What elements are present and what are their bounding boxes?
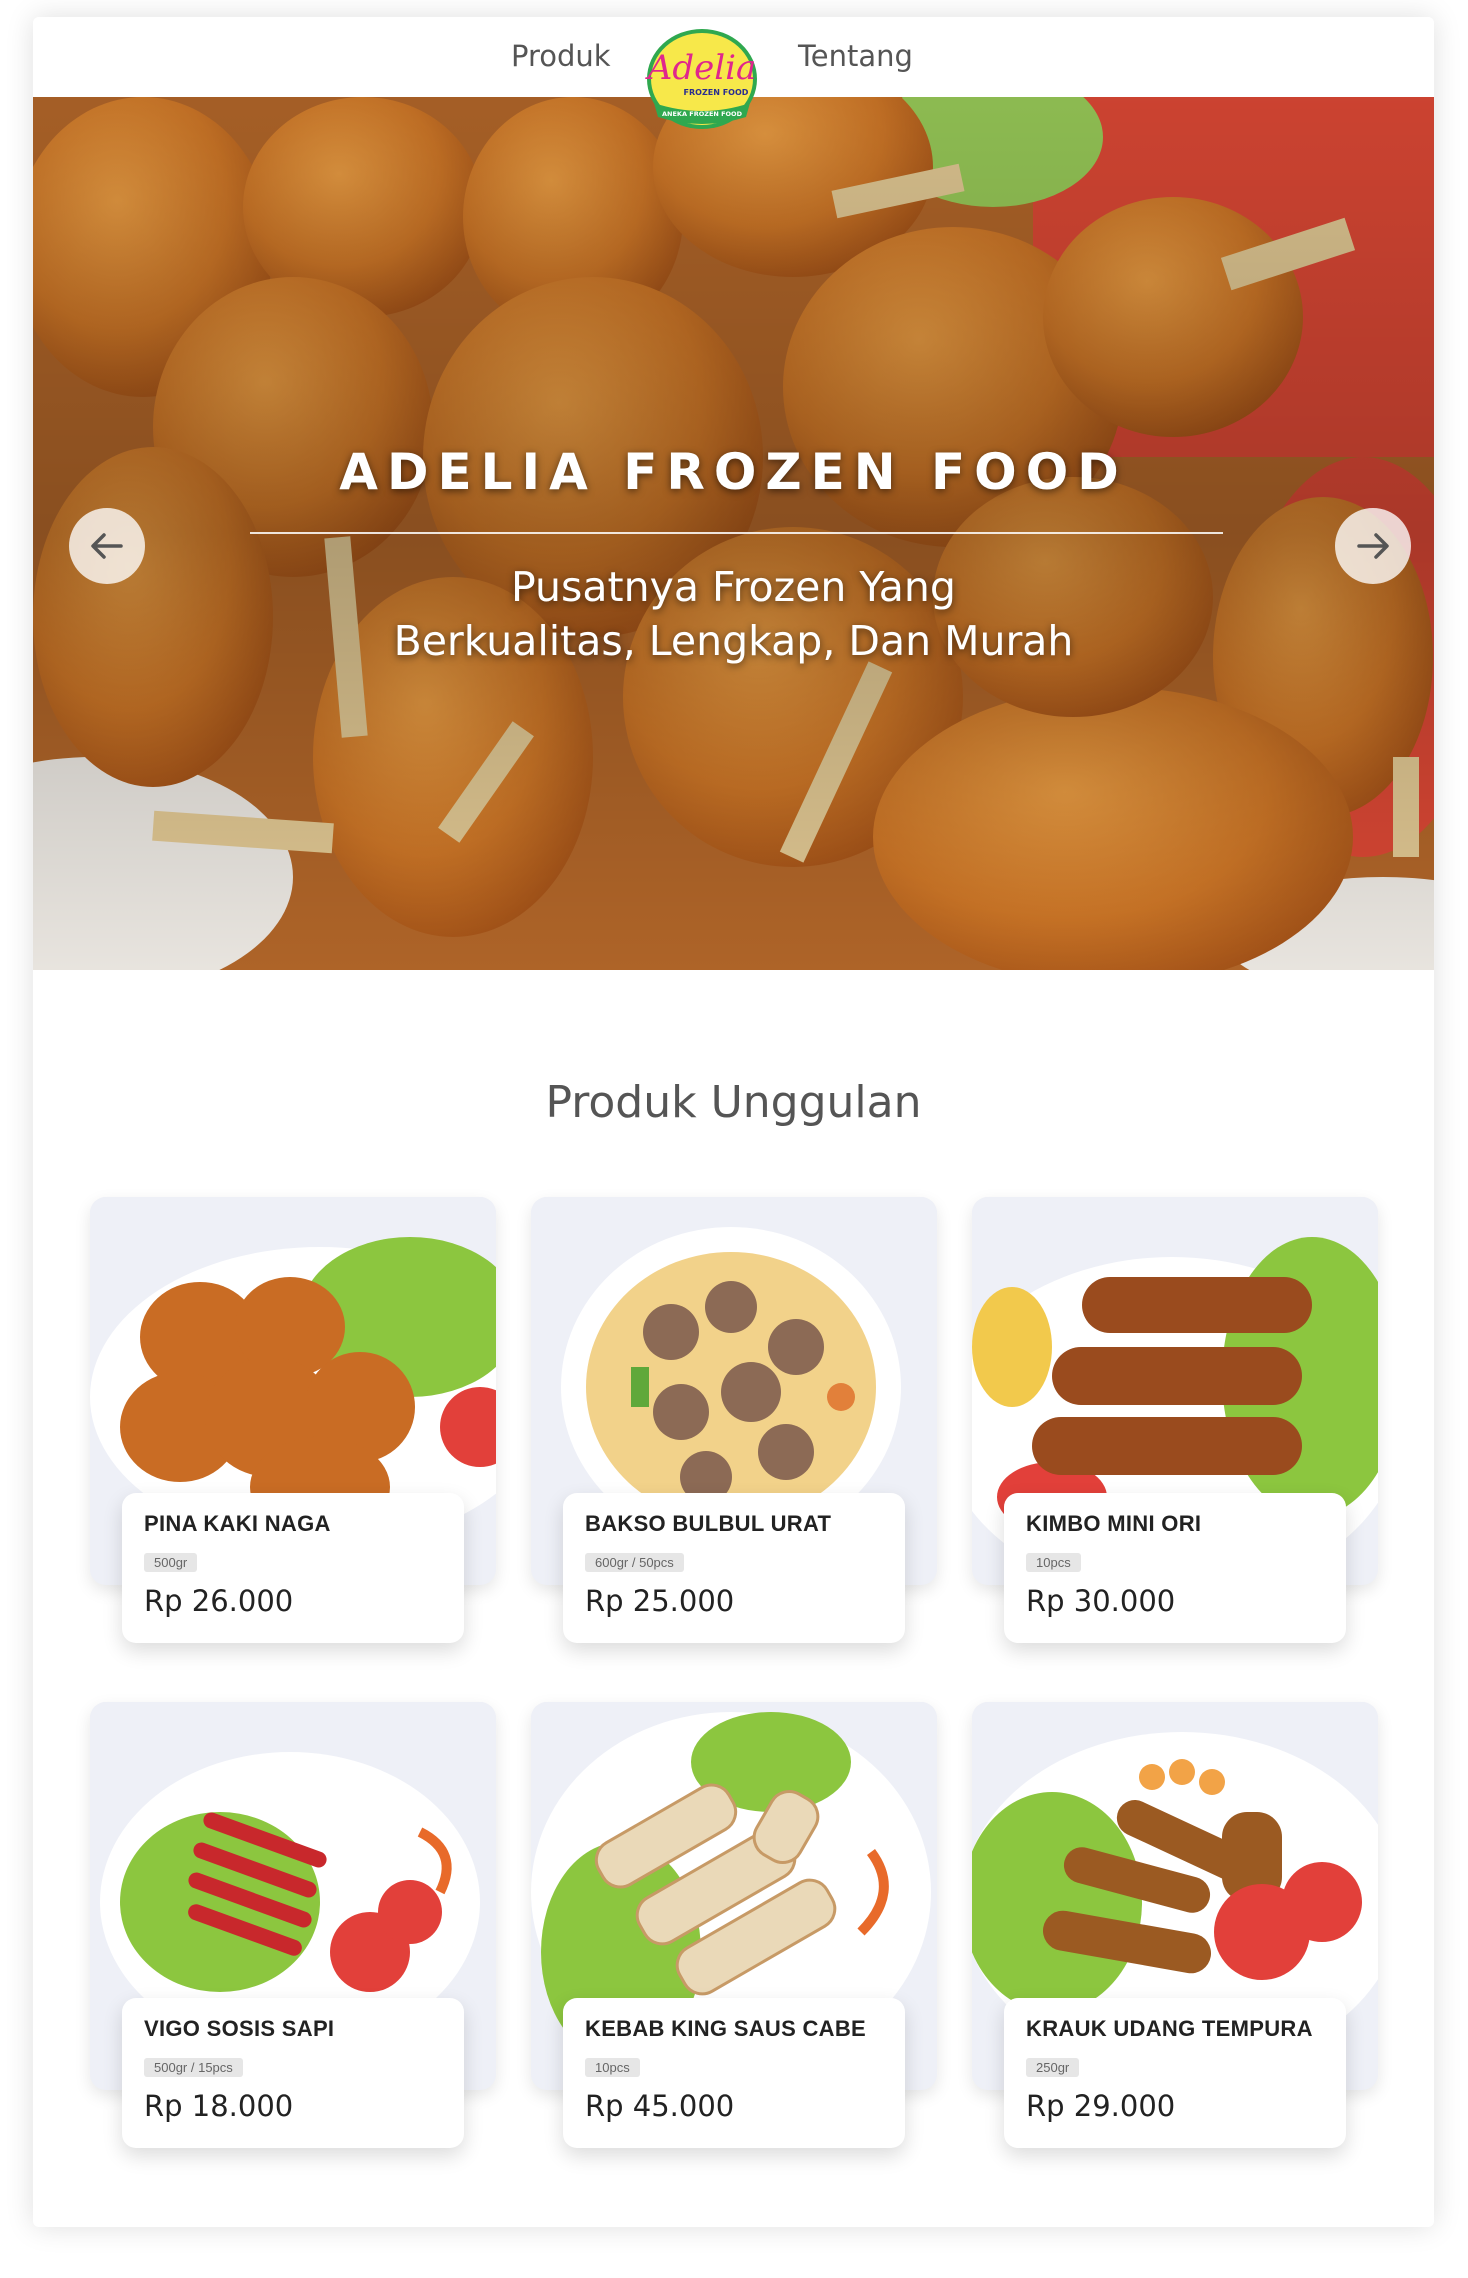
product-name: KIMBO MINI ORI <box>1026 1511 1202 1536</box>
product-card[interactable]: PINA KAKI NAGA 500gr Rp 26.000 <box>90 1197 496 1643</box>
product-price: Rp 26.000 <box>144 1584 294 1618</box>
product-info: PINA KAKI NAGA 500gr Rp 26.000 <box>122 1493 464 1643</box>
product-card[interactable]: KEBAB KING SAUS CABE 10pcs Rp 45.000 <box>531 1702 937 2148</box>
product-name: KEBAB KING SAUS CABE <box>585 2016 867 2041</box>
product-info: KEBAB KING SAUS CABE 10pcs Rp 45.000 <box>563 1998 905 2148</box>
product-info: KRAUK UDANG TEMPURA 250gr Rp 29.000 <box>1004 1998 1346 2148</box>
carousel-prev-button[interactable] <box>69 508 145 584</box>
product-name: KRAUK UDANG TEMPURA <box>1026 2016 1313 2041</box>
logo-ribbon-text: ANEKA FROZEN FOOD <box>662 110 743 118</box>
brand-logo[interactable]: Adelia FROZEN FOOD ANEKA FROZEN FOOD <box>640 27 764 135</box>
page: Produk Tentang Adelia FROZEN FOOD ANEKA … <box>33 17 1434 2227</box>
section-title: Produk Unggulan <box>545 1077 922 1128</box>
product-card[interactable]: VIGO SOSIS SAPI 500gr / 15pcs Rp 18.000 <box>90 1702 496 2148</box>
product-price: Rp 30.000 <box>1026 1584 1176 1618</box>
product-size-badge: 500gr <box>144 1553 198 1572</box>
logo-script-text: Adelia <box>645 48 756 88</box>
nav-link-produk[interactable]: Produk <box>511 39 611 73</box>
product-card[interactable]: BAKSO BULBUL URAT 600gr / 50pcs Rp 25.00… <box>531 1197 937 1643</box>
product-size-badge: 250gr <box>1026 2058 1080 2077</box>
arrow-right-icon <box>1357 533 1389 559</box>
logo-line1: FROZEN FOOD <box>684 88 749 97</box>
carousel-next-button[interactable] <box>1335 508 1411 584</box>
product-price: Rp 25.000 <box>585 1584 735 1618</box>
product-size-badge: 500gr / 15pcs <box>144 2058 243 2077</box>
product-name: BAKSO BULBUL URAT <box>585 1511 832 1536</box>
hero-divider <box>250 532 1223 534</box>
product-card[interactable]: KIMBO MINI ORI 10pcs Rp 30.000 <box>972 1197 1378 1643</box>
product-price: Rp 45.000 <box>585 2089 735 2123</box>
hero-subtitle: Pusatnya Frozen Yang Berkualitas, Lengka… <box>33 560 1434 668</box>
hero-subtitle-line1: Pusatnya Frozen Yang <box>511 563 956 611</box>
product-price: Rp 29.000 <box>1026 2089 1176 2123</box>
hero-carousel: ADELIA FROZEN FOOD Pusatnya Frozen Yang … <box>33 97 1434 970</box>
nav-link-tentang[interactable]: Tentang <box>798 39 913 73</box>
hero-subtitle-line2: Berkualitas, Lengkap, Dan Murah <box>393 617 1074 665</box>
product-name: PINA KAKI NAGA <box>144 1511 331 1536</box>
product-name: VIGO SOSIS SAPI <box>144 2016 335 2041</box>
product-size-badge: 600gr / 50pcs <box>585 1553 684 1572</box>
product-info: BAKSO BULBUL URAT 600gr / 50pcs Rp 25.00… <box>563 1493 905 1643</box>
product-info: VIGO SOSIS SAPI 500gr / 15pcs Rp 18.000 <box>122 1998 464 2148</box>
product-price: Rp 18.000 <box>144 2089 294 2123</box>
hero-title: ADELIA FROZEN FOOD <box>339 443 1128 501</box>
arrow-left-icon <box>91 533 123 559</box>
product-size-badge: 10pcs <box>585 2058 640 2077</box>
product-info: KIMBO MINI ORI 10pcs Rp 30.000 <box>1004 1493 1346 1643</box>
product-card[interactable]: KRAUK UDANG TEMPURA 250gr Rp 29.000 <box>972 1702 1378 2148</box>
product-size-badge: 10pcs <box>1026 1553 1081 1572</box>
